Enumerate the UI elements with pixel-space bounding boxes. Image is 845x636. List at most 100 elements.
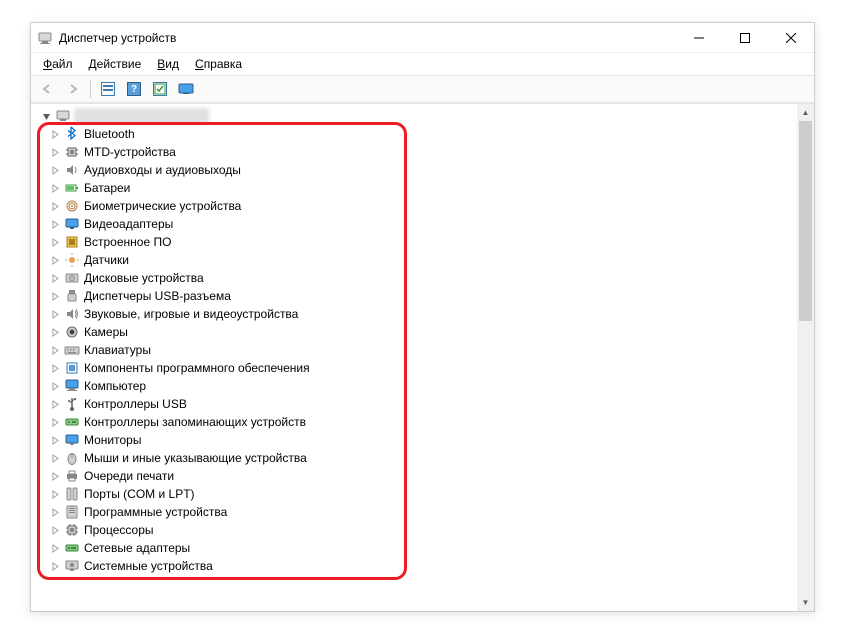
chevron-right-icon[interactable] bbox=[48, 238, 62, 247]
tree-item[interactable]: Звуковые, игровые и видеоустройства bbox=[65, 305, 797, 323]
chevron-right-icon[interactable] bbox=[48, 148, 62, 157]
tree-item[interactable]: Программные устройства bbox=[65, 503, 797, 521]
toolbar-forward-button[interactable] bbox=[61, 78, 85, 100]
tree-item[interactable]: Батареи bbox=[65, 179, 797, 197]
camera-icon bbox=[64, 324, 80, 340]
tree-item[interactable]: MTD-устройства bbox=[65, 143, 797, 161]
chevron-right-icon[interactable] bbox=[48, 418, 62, 427]
menu-help[interactable]: Справка bbox=[189, 55, 248, 73]
tree-item[interactable]: Компьютер bbox=[65, 377, 797, 395]
tree-item[interactable]: Клавиатуры bbox=[65, 341, 797, 359]
root-label: (computer name) bbox=[74, 108, 209, 124]
chevron-right-icon[interactable] bbox=[48, 202, 62, 211]
chevron-right-icon[interactable] bbox=[48, 274, 62, 283]
tree-item[interactable]: Очереди печати bbox=[65, 467, 797, 485]
chevron-right-icon[interactable] bbox=[48, 328, 62, 337]
tree-item[interactable]: Процессоры bbox=[65, 521, 797, 539]
toolbar-properties-button[interactable] bbox=[96, 78, 120, 100]
chevron-right-icon[interactable] bbox=[48, 292, 62, 301]
tree-item-label: Звуковые, игровые и видеоустройства bbox=[84, 307, 298, 321]
tree-item[interactable]: Мониторы bbox=[65, 431, 797, 449]
tree-item-label: Датчики bbox=[84, 253, 129, 267]
software-component-icon bbox=[64, 360, 80, 376]
chevron-right-icon[interactable] bbox=[48, 508, 62, 517]
toolbar-show-button[interactable] bbox=[174, 78, 198, 100]
scroll-down-button[interactable]: ▼ bbox=[797, 594, 814, 611]
chevron-right-icon[interactable] bbox=[48, 256, 62, 265]
tree-root-node[interactable]: (computer name) bbox=[37, 107, 797, 125]
device-tree[interactable]: (computer name) Bluetooth MTD-устройства А… bbox=[31, 104, 797, 611]
tree-item[interactable]: Контроллеры USB bbox=[65, 395, 797, 413]
scroll-track[interactable] bbox=[797, 121, 814, 594]
chevron-right-icon[interactable] bbox=[48, 382, 62, 391]
toolbar-help-button[interactable]: ? bbox=[122, 78, 146, 100]
chevron-right-icon[interactable] bbox=[48, 184, 62, 193]
storage-controller-icon bbox=[64, 414, 80, 430]
bluetooth-icon bbox=[64, 126, 80, 142]
tree-item[interactable]: Диспетчеры USB-разъема bbox=[65, 287, 797, 305]
tree-item[interactable]: Биометрические устройства bbox=[65, 197, 797, 215]
port-icon bbox=[64, 486, 80, 502]
tree-item-label: Клавиатуры bbox=[84, 343, 151, 357]
close-button[interactable] bbox=[768, 23, 814, 52]
tree-item-label: Мыши и иные указывающие устройства bbox=[84, 451, 307, 465]
tree-item-label: Видеоадаптеры bbox=[84, 217, 173, 231]
chevron-right-icon[interactable] bbox=[48, 346, 62, 355]
tree-item[interactable]: Камеры bbox=[65, 323, 797, 341]
tree-item[interactable]: Bluetooth bbox=[65, 125, 797, 143]
tree-item[interactable]: Сетевые адаптеры bbox=[65, 539, 797, 557]
tree-item[interactable]: Системные устройства bbox=[65, 557, 797, 575]
chevron-right-icon[interactable] bbox=[48, 220, 62, 229]
menu-view[interactable]: Вид bbox=[151, 55, 185, 73]
chip-icon bbox=[64, 144, 80, 160]
menu-action[interactable]: Действие bbox=[83, 55, 148, 73]
computer-icon bbox=[64, 378, 80, 394]
tree-item-label: Дисковые устройства bbox=[84, 271, 204, 285]
tree-item-label: Камеры bbox=[84, 325, 128, 339]
tree-item[interactable]: Аудиовходы и аудиовыходы bbox=[65, 161, 797, 179]
minimize-button[interactable] bbox=[676, 23, 722, 52]
chevron-right-icon[interactable] bbox=[48, 400, 62, 409]
chevron-right-icon[interactable] bbox=[48, 310, 62, 319]
chevron-right-icon[interactable] bbox=[48, 526, 62, 535]
tree-item-label: MTD-устройства bbox=[84, 145, 176, 159]
tree-item[interactable]: Дисковые устройства bbox=[65, 269, 797, 287]
tree-item[interactable]: Контроллеры запоминающих устройств bbox=[65, 413, 797, 431]
chevron-right-icon[interactable] bbox=[48, 436, 62, 445]
chevron-right-icon[interactable] bbox=[48, 562, 62, 571]
tree-item[interactable]: Видеоадаптеры bbox=[65, 215, 797, 233]
tree-item[interactable]: Мыши и иные указывающие устройства bbox=[65, 449, 797, 467]
expander-icon[interactable] bbox=[39, 112, 53, 121]
chevron-right-icon[interactable] bbox=[48, 490, 62, 499]
scroll-thumb[interactable] bbox=[799, 121, 812, 321]
toolbar-separator bbox=[90, 80, 91, 98]
usb-connector-icon bbox=[64, 288, 80, 304]
tree-item-label: Аудиовходы и аудиовыходы bbox=[84, 163, 241, 177]
tree-item-label: Диспетчеры USB-разъема bbox=[84, 289, 231, 303]
tree-item[interactable]: Компоненты программного обеспечения bbox=[65, 359, 797, 377]
tree-item[interactable]: Порты (COM и LPT) bbox=[65, 485, 797, 503]
tree-item-label: Биометрические устройства bbox=[84, 199, 241, 213]
chevron-right-icon[interactable] bbox=[48, 472, 62, 481]
tree-item-label: Сетевые адаптеры bbox=[84, 541, 190, 555]
app-icon bbox=[37, 30, 53, 46]
menu-file[interactable]: Файл bbox=[37, 55, 79, 73]
fingerprint-icon bbox=[64, 198, 80, 214]
tree-item[interactable]: Встроенное ПО bbox=[65, 233, 797, 251]
chevron-right-icon[interactable] bbox=[48, 454, 62, 463]
sound-icon bbox=[64, 306, 80, 322]
tree-item[interactable]: Датчики bbox=[65, 251, 797, 269]
chevron-right-icon[interactable] bbox=[48, 544, 62, 553]
speaker-icon bbox=[64, 162, 80, 178]
tree-item-label: Встроенное ПО bbox=[84, 235, 171, 249]
chevron-right-icon[interactable] bbox=[48, 130, 62, 139]
content-area: (computer name) Bluetooth MTD-устройства А… bbox=[31, 103, 814, 611]
vertical-scrollbar[interactable]: ▲ ▼ bbox=[797, 104, 814, 611]
toolbar-back-button[interactable] bbox=[35, 78, 59, 100]
toolbar-scan-button[interactable] bbox=[148, 78, 172, 100]
chevron-right-icon[interactable] bbox=[48, 166, 62, 175]
maximize-button[interactable] bbox=[722, 23, 768, 52]
scroll-up-button[interactable]: ▲ bbox=[797, 104, 814, 121]
chevron-right-icon[interactable] bbox=[48, 364, 62, 373]
tree-item-label: Порты (COM и LPT) bbox=[84, 487, 195, 501]
